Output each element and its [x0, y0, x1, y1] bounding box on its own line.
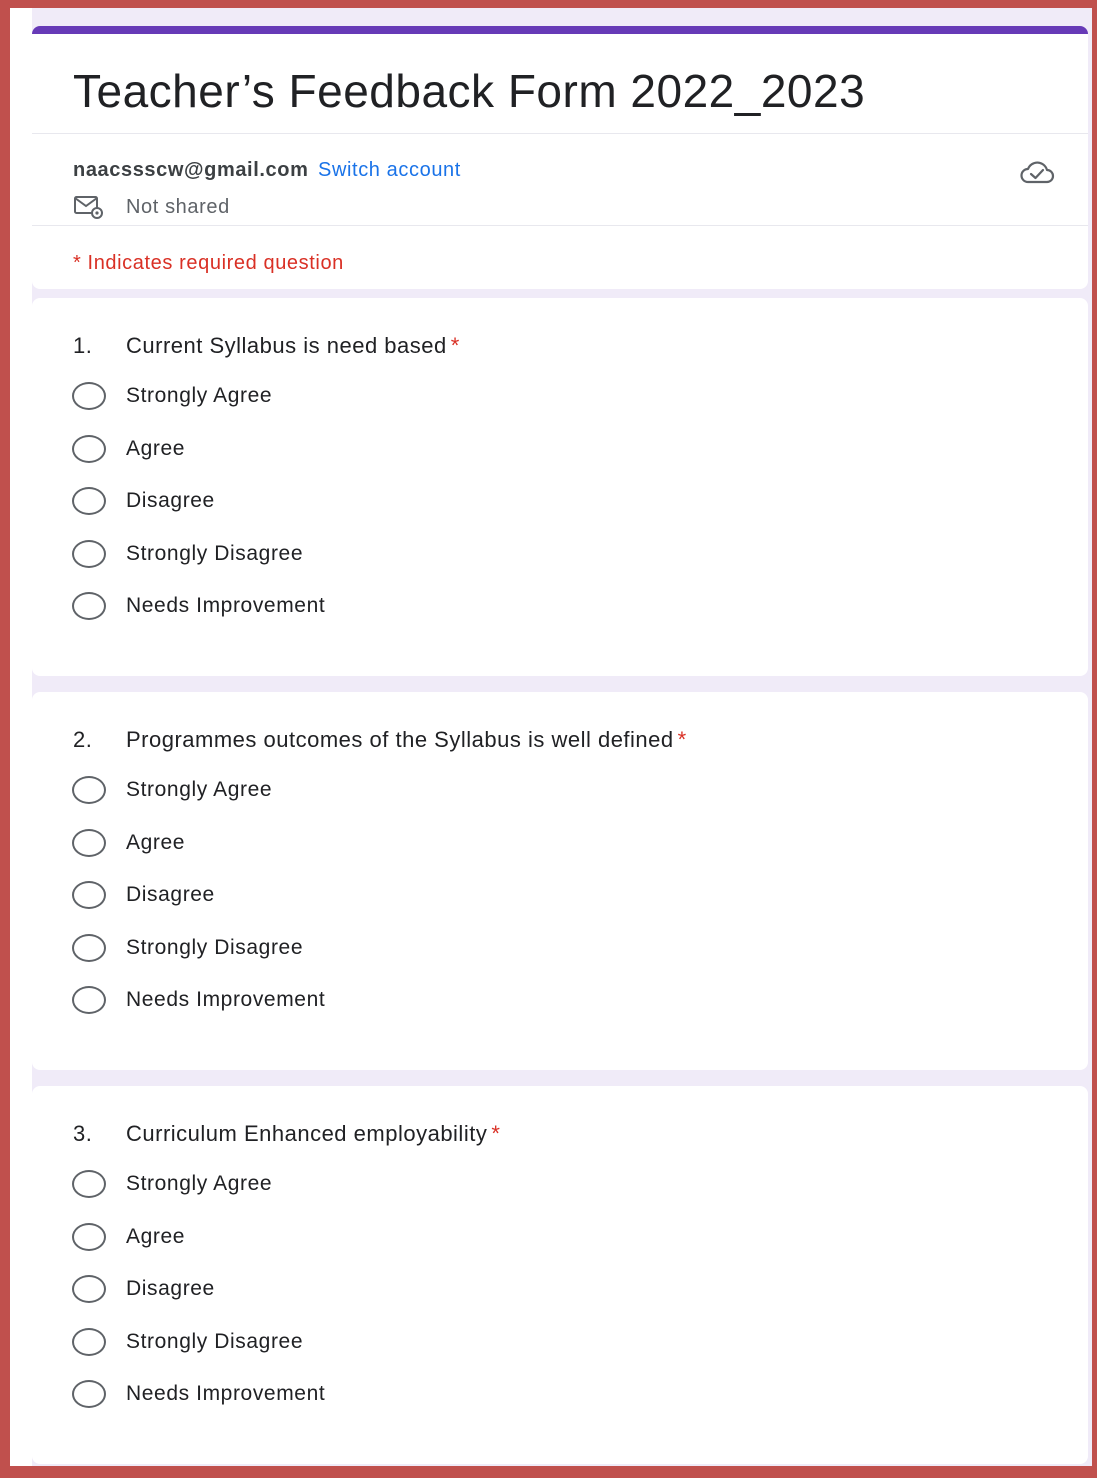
radio-option[interactable]: Agree — [72, 1222, 185, 1252]
question-text: Programmes outcomes of the Syllabus is w… — [126, 727, 674, 752]
page-margin — [10, 8, 32, 1466]
radio-circle-icon[interactable] — [72, 1380, 106, 1408]
radio-option[interactable]: Disagree — [72, 1274, 215, 1304]
question-number: 1. — [73, 333, 93, 358]
radio-option[interactable]: Strongly Agree — [72, 1169, 272, 1199]
shared-status: Not shared — [126, 195, 230, 218]
radio-circle-icon[interactable] — [72, 382, 106, 410]
radio-circle-icon[interactable] — [72, 1328, 106, 1356]
form-title: Teacher’s Feedback Form 2022_2023 — [73, 65, 866, 117]
question-text: Curriculum Enhanced employability — [126, 1121, 488, 1146]
shared-status-row: Not shared — [73, 194, 230, 220]
radio-option[interactable]: Strongly Agree — [72, 775, 272, 805]
radio-circle-icon[interactable] — [72, 986, 106, 1014]
radio-option[interactable]: Needs Improvement — [72, 1379, 325, 1409]
mail-settings-icon — [74, 196, 103, 219]
radio-option-label: Disagree — [126, 1277, 215, 1300]
required-question-note: * Indicates required question — [73, 252, 344, 274]
radio-option-label: Strongly Disagree — [126, 542, 304, 565]
question-title: 2. Programmes outcomes of the Syllabus is… — [73, 727, 687, 753]
radio-option[interactable]: Agree — [72, 828, 185, 858]
cloud-check-icon — [1020, 161, 1055, 184]
radio-circle-icon[interactable] — [72, 1170, 106, 1198]
switch-account-link[interactable]: Switch account — [318, 159, 461, 181]
radio-option-label: Strongly Agree — [126, 778, 273, 801]
form-header-card: Teacher’s Feedback Form 2022_2023 naacss… — [32, 26, 1088, 289]
radio-circle-icon[interactable] — [72, 881, 106, 909]
radio-option[interactable]: Disagree — [72, 486, 215, 516]
question-number: 2. — [73, 727, 93, 752]
required-asterisk: * — [491, 1121, 501, 1146]
question-card-1: 1. Current Syllabus is need based * Strongl… — [32, 298, 1088, 676]
radio-option[interactable]: Strongly Agree — [72, 381, 272, 411]
account-email: naacssscw@gmail.com — [73, 159, 309, 181]
radio-option-label: Strongly Agree — [126, 384, 273, 407]
question-card-2: 2. Programmes outcomes of the Syllabus is… — [32, 692, 1088, 1070]
question-card-3: 3. Curriculum Enhanced employability * Stro… — [32, 1086, 1088, 1464]
radio-circle-icon[interactable] — [72, 829, 106, 857]
radio-circle-icon[interactable] — [72, 776, 106, 804]
radio-option[interactable]: Disagree — [72, 880, 215, 910]
radio-circle-icon[interactable] — [72, 592, 106, 620]
radio-option-label: Agree — [126, 831, 186, 854]
radio-circle-icon[interactable] — [72, 1223, 106, 1251]
radio-option[interactable]: Strongly Disagree — [72, 1327, 303, 1357]
question-text: Current Syllabus is need based — [126, 333, 447, 358]
divider — [32, 133, 1088, 134]
radio-option-label: Disagree — [126, 489, 215, 512]
form-page: Teacher’s Feedback Form 2022_2023 naacss… — [10, 8, 1092, 1466]
radio-option-label: Agree — [126, 1225, 186, 1248]
radio-option-label: Agree — [126, 437, 186, 460]
radio-option[interactable]: Agree — [72, 434, 185, 464]
header-accent-bar — [32, 26, 1088, 34]
radio-circle-icon[interactable] — [72, 435, 106, 463]
radio-circle-icon[interactable] — [72, 540, 106, 568]
divider — [32, 225, 1088, 226]
radio-option-label: Strongly Agree — [126, 1172, 273, 1195]
radio-option-label: Needs Improvement — [126, 1382, 326, 1405]
question-title: 1. Current Syllabus is need based * — [73, 333, 460, 359]
radio-option-label: Needs Improvement — [126, 988, 326, 1011]
radio-option[interactable]: Needs Improvement — [72, 591, 325, 621]
radio-option[interactable]: Needs Improvement — [72, 985, 325, 1015]
radio-option-label: Strongly Disagree — [126, 936, 304, 959]
radio-option[interactable]: Strongly Disagree — [72, 539, 303, 569]
required-asterisk: * — [677, 727, 687, 752]
account-row: naacssscw@gmail.com Switch account — [73, 159, 461, 182]
question-number: 3. — [73, 1121, 93, 1146]
question-title: 3. Curriculum Enhanced employability * — [73, 1121, 500, 1147]
radio-circle-icon[interactable] — [72, 1275, 106, 1303]
radio-circle-icon[interactable] — [72, 934, 106, 962]
radio-option-label: Strongly Disagree — [126, 1330, 304, 1353]
radio-option-label: Disagree — [126, 883, 215, 906]
radio-circle-icon[interactable] — [72, 487, 106, 515]
radio-option[interactable]: Strongly Disagree — [72, 933, 303, 963]
radio-option-label: Needs Improvement — [126, 594, 326, 617]
required-asterisk: * — [450, 333, 460, 358]
